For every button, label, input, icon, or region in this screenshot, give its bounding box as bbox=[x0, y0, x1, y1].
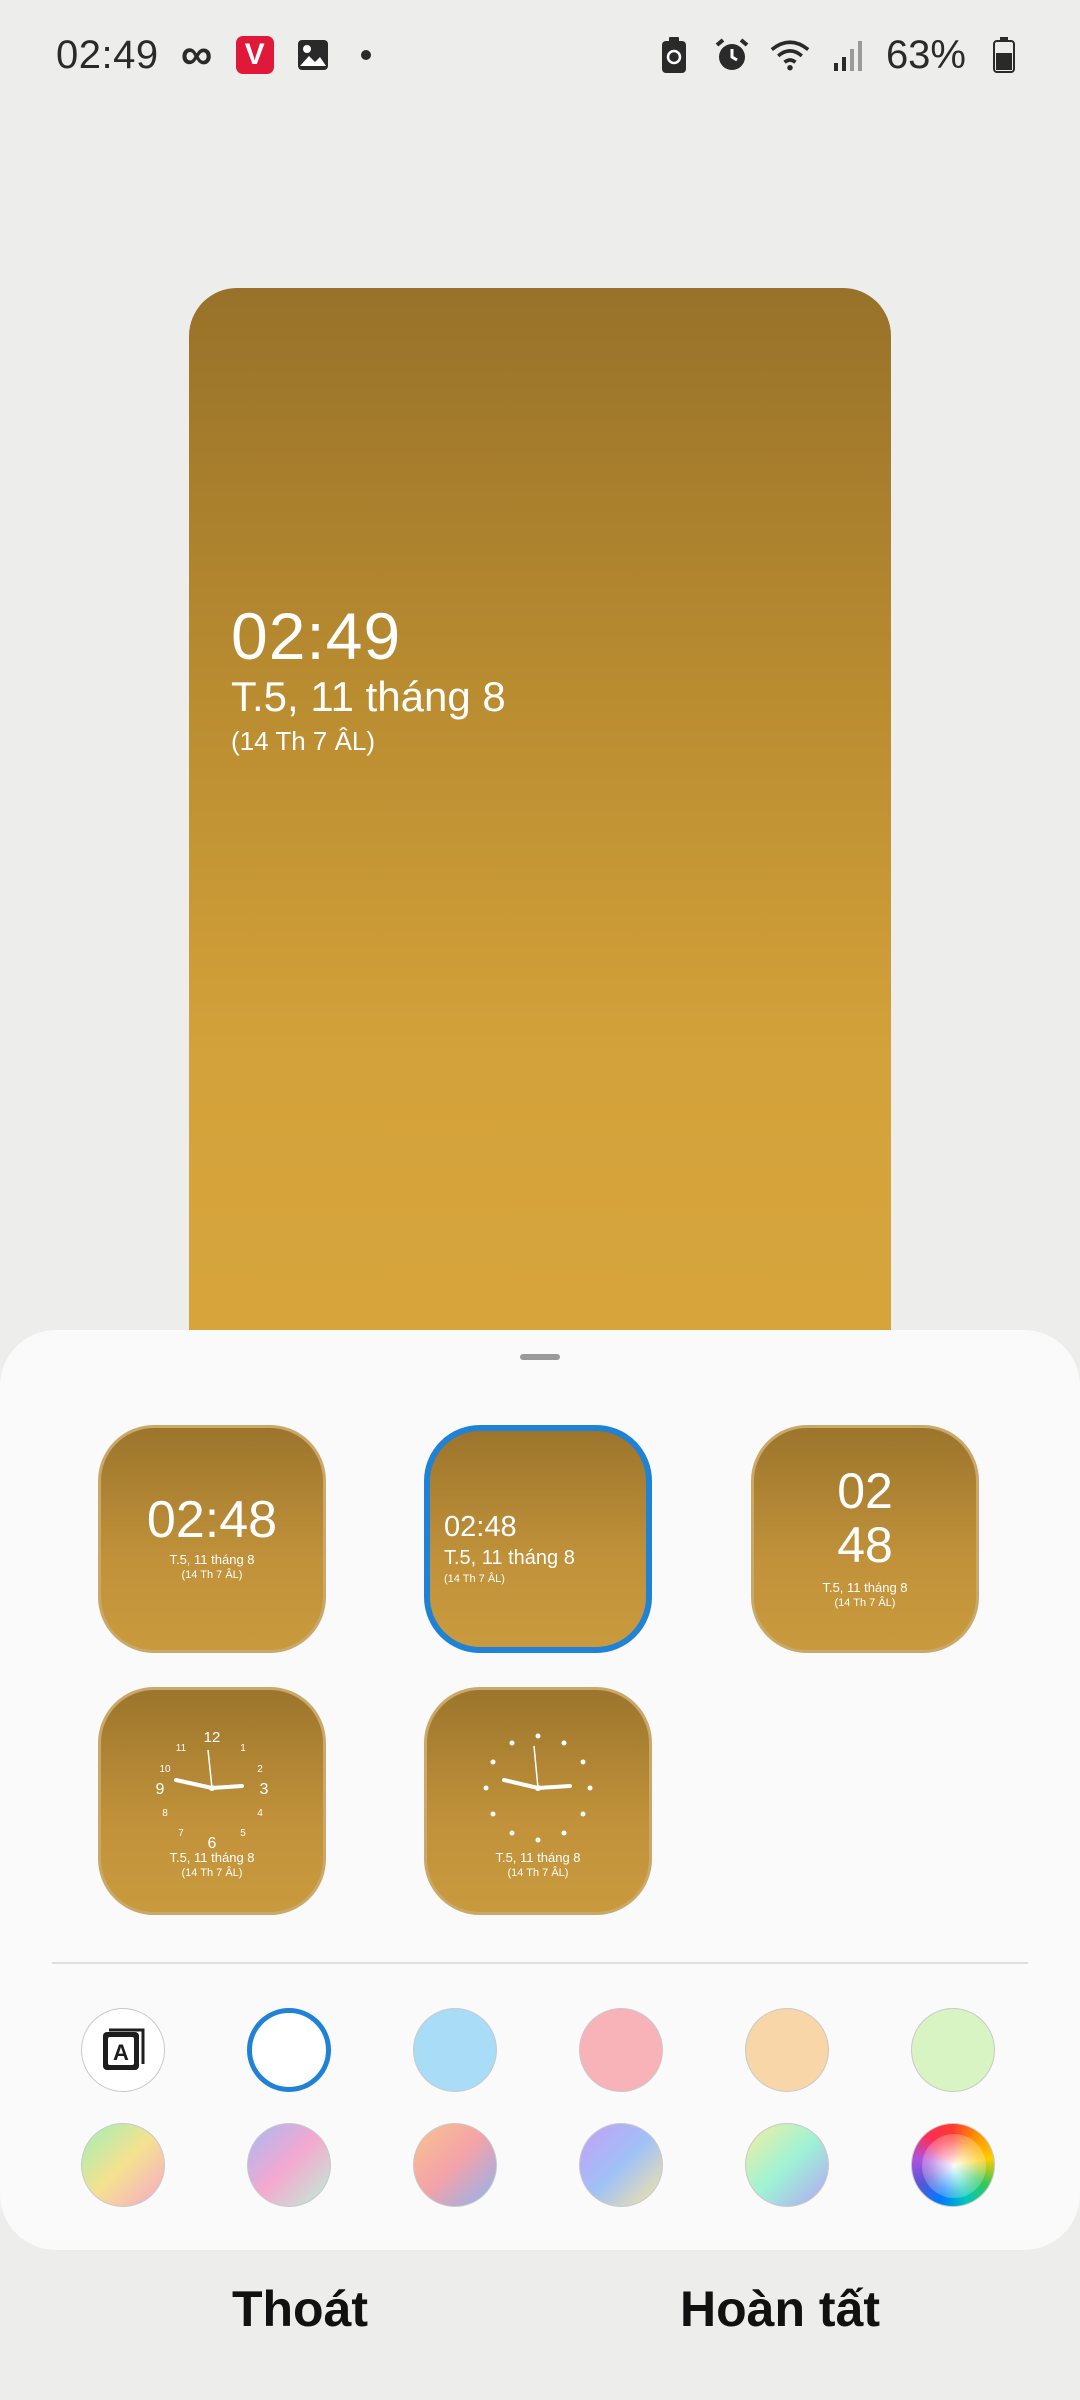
color-picker-wheel-icon[interactable] bbox=[911, 2123, 995, 2207]
divider bbox=[52, 1962, 1028, 1964]
status-time: 02:49 bbox=[56, 32, 159, 77]
tile-lunar-date: (14 Th 7 ÂL) bbox=[444, 1573, 505, 1585]
svg-text:1: 1 bbox=[240, 1743, 246, 1754]
tile-date: T.5, 11 tháng 8 bbox=[169, 1850, 255, 1865]
wifi-icon bbox=[770, 35, 810, 75]
analog-clock-face-icon: 12 1 2 3 4 5 6 7 8 9 10 11 bbox=[156, 1729, 269, 1850]
auto-color-swatch[interactable]: A bbox=[81, 2008, 165, 2092]
exit-button[interactable]: Thoát bbox=[150, 2280, 450, 2338]
gradient-swatch-violet-yellow[interactable] bbox=[579, 2123, 663, 2207]
tile-lunar-date: (14 Th 7 ÂL) bbox=[834, 1597, 896, 1609]
status-left: 02:49 ∞ V bbox=[56, 33, 371, 78]
color-swatch-white[interactable] bbox=[247, 2008, 331, 2092]
svg-text:4: 4 bbox=[257, 1808, 263, 1819]
lockscreen-preview: 02:49 T.5, 11 tháng 8 (14 Th 7 ÂL) bbox=[189, 288, 891, 1388]
color-swatch-light-green[interactable] bbox=[911, 2008, 995, 2092]
gradient-swatch-mint-pink[interactable] bbox=[81, 2123, 165, 2207]
tile-hours: 02 bbox=[837, 1463, 893, 1519]
tile-minutes: 48 bbox=[837, 1517, 893, 1573]
infinity-icon: ∞ bbox=[180, 30, 213, 79]
clock-style-analog-numbers[interactable]: 12 1 2 3 4 5 6 7 8 9 10 11 T.5, 11 tháng… bbox=[98, 1687, 326, 1915]
sheet-handle[interactable] bbox=[520, 1354, 560, 1360]
done-button[interactable]: Hoàn tất bbox=[630, 2280, 930, 2338]
tile-lunar-date: (14 Th 7 ÂL) bbox=[181, 1569, 243, 1581]
svg-text:3: 3 bbox=[260, 1781, 269, 1798]
svg-text:7: 7 bbox=[178, 1828, 184, 1839]
tile-date: T.5, 11 tháng 8 bbox=[495, 1850, 581, 1865]
svg-text:2: 2 bbox=[257, 1764, 263, 1775]
color-swatch-peach[interactable] bbox=[745, 2008, 829, 2092]
tile-lunar-date: (14 Th 7 ÂL) bbox=[507, 1867, 569, 1879]
v-app-icon: V bbox=[235, 35, 275, 75]
clock-style-digital-stacked[interactable]: 02 48 T.5, 11 tháng 8 (14 Th 7 ÂL) bbox=[751, 1425, 979, 1653]
preview-lunar-date: (14 Th 7 ÂL) bbox=[231, 726, 376, 756]
svg-text:11: 11 bbox=[176, 1743, 187, 1754]
svg-text:10: 10 bbox=[159, 1764, 171, 1775]
color-wheel-highlight bbox=[922, 2134, 986, 2198]
svg-text:9: 9 bbox=[156, 1781, 165, 1798]
tile-time: 02:48 bbox=[444, 1511, 517, 1543]
status-right: 63% bbox=[654, 33, 1024, 78]
color-swatch-pink[interactable] bbox=[579, 2008, 663, 2092]
svg-text:5: 5 bbox=[240, 1828, 246, 1839]
tile-time: 02:48 bbox=[146, 1491, 278, 1549]
svg-text:8: 8 bbox=[162, 1808, 168, 1819]
tile-date: T.5, 11 tháng 8 bbox=[169, 1552, 255, 1567]
gradient-swatch-peach-blue[interactable] bbox=[413, 2123, 497, 2207]
svg-text:A: A bbox=[113, 2040, 129, 2065]
clock-style-digital-large[interactable]: 02:48 T.5, 11 tháng 8 (14 Th 7 ÂL) bbox=[98, 1425, 326, 1653]
gradient-swatch-lilac-mint[interactable] bbox=[247, 2123, 331, 2207]
tile-date: T.5, 11 tháng 8 bbox=[822, 1580, 908, 1595]
signal-icon bbox=[828, 35, 868, 75]
svg-text:12: 12 bbox=[204, 1729, 221, 1746]
clock-style-sheet: 02:48 T.5, 11 tháng 8 (14 Th 7 ÂL) 02:48… bbox=[0, 1330, 1080, 2250]
gradient-swatch-green-violet[interactable] bbox=[745, 2123, 829, 2207]
battery-percent: 63% bbox=[885, 32, 966, 77]
auto-text-color-icon: A bbox=[103, 2028, 145, 2070]
svg-text:6: 6 bbox=[208, 1835, 217, 1850]
color-swatch-light-blue[interactable] bbox=[413, 2008, 497, 2092]
tile-lunar-date: (14 Th 7 ÂL) bbox=[181, 1867, 243, 1879]
analog-clock-dots-icon bbox=[483, 1733, 593, 1843]
preview-time: 02:49 bbox=[231, 599, 402, 673]
preview-date: T.5, 11 tháng 8 bbox=[231, 673, 506, 720]
clock-style-analog-dots[interactable]: T.5, 11 tháng 8 (14 Th 7 ÂL) bbox=[424, 1687, 652, 1915]
tile-date: T.5, 11 tháng 8 bbox=[444, 1547, 575, 1569]
status-bar: 02:49 ∞ V 63% bbox=[0, 0, 1080, 110]
gallery-icon bbox=[293, 35, 333, 75]
battery-saver-icon bbox=[654, 35, 694, 75]
notification-dot bbox=[360, 50, 371, 60]
clock-style-digital-left[interactable]: 02:48 T.5, 11 tháng 8 (14 Th 7 ÂL) bbox=[424, 1425, 652, 1653]
battery-icon bbox=[984, 35, 1024, 75]
alarm-icon bbox=[712, 35, 752, 75]
